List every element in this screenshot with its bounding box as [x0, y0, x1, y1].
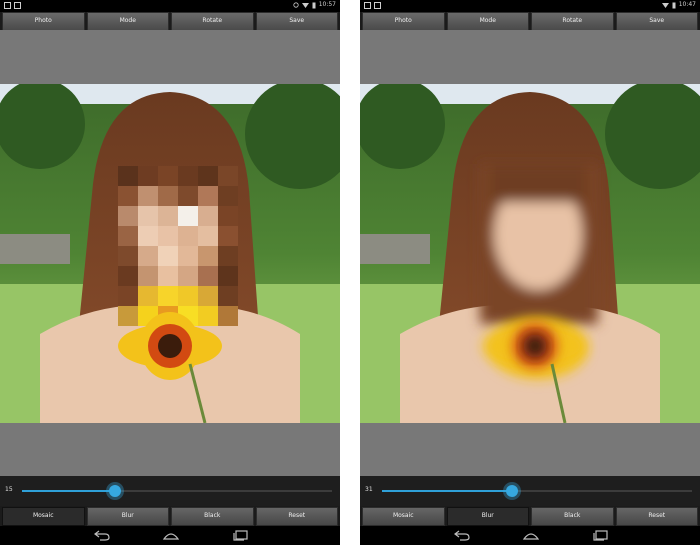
photo-button[interactable]: Photo [362, 12, 445, 31]
slider-value: 15 [5, 486, 13, 493]
mode-button[interactable]: Mode [86, 12, 169, 31]
system-nav-bar [0, 526, 340, 545]
canvas-padding-bottom [360, 423, 700, 476]
mode-bar: Mosaic Blur Black Reset [360, 506, 700, 526]
reset-button[interactable]: Reset [255, 507, 338, 526]
notification-icon [364, 2, 371, 9]
photo-canvas[interactable] [360, 84, 700, 423]
rotate-button[interactable]: Rotate [531, 12, 614, 31]
phone-screen-blur: 10:47 Photo Mode Rotate Save 31 Mosaic B… [360, 0, 700, 545]
black-button[interactable]: Black [171, 507, 254, 526]
recent-apps-icon[interactable] [232, 529, 250, 541]
notification-icon [4, 2, 11, 9]
save-button[interactable]: Save [615, 12, 698, 31]
slider-fill [22, 490, 115, 492]
strength-slider[interactable] [382, 485, 692, 497]
slider-value: 31 [365, 486, 373, 493]
strength-slider-row: 15 [0, 476, 340, 506]
canvas-padding-top [0, 30, 340, 84]
notification-icon [14, 2, 21, 9]
black-button[interactable]: Black [531, 507, 614, 526]
canvas-padding-top [360, 30, 700, 84]
reset-button[interactable]: Reset [615, 507, 698, 526]
status-bar: 10:57 [0, 0, 340, 10]
system-nav-bar [360, 526, 700, 545]
mosaic-button[interactable]: Mosaic [362, 507, 445, 526]
alarm-icon [293, 2, 299, 8]
mode-button[interactable]: Mode [446, 12, 529, 31]
mosaic-face [118, 166, 238, 326]
status-time: 10:57 [318, 1, 336, 8]
blur-button[interactable]: Blur [446, 507, 529, 526]
recent-apps-icon[interactable] [592, 529, 610, 541]
status-time: 10:47 [678, 1, 696, 8]
top-toolbar: Photo Mode Rotate Save [0, 12, 340, 31]
back-icon[interactable] [453, 529, 471, 541]
blur-button[interactable]: Blur [86, 507, 169, 526]
battery-icon [312, 2, 316, 8]
slider-thumb[interactable] [506, 485, 519, 497]
wifi-icon [301, 3, 309, 8]
slider-fill [382, 490, 513, 492]
slider-thumb[interactable] [109, 485, 121, 497]
save-button[interactable]: Save [255, 12, 338, 31]
notification-icon [374, 2, 381, 9]
mode-bar: Mosaic Blur Black Reset [0, 506, 340, 526]
home-icon[interactable] [162, 529, 180, 541]
photo-canvas[interactable] [0, 84, 340, 423]
top-toolbar: Photo Mode Rotate Save [360, 12, 700, 31]
mosaic-button[interactable]: Mosaic [2, 507, 85, 526]
edited-photo [360, 84, 700, 423]
status-bar: 10:47 [360, 0, 700, 10]
strength-slider-row: 31 [360, 476, 700, 506]
home-icon[interactable] [522, 529, 540, 541]
photo-button[interactable]: Photo [2, 12, 85, 31]
wifi-icon [661, 3, 669, 8]
battery-icon [672, 2, 676, 8]
back-icon[interactable] [93, 529, 111, 541]
phone-screen-mosaic: 10:57 Photo Mode Rotate Save 15 Mosaic B… [0, 0, 340, 545]
strength-slider[interactable] [22, 485, 332, 497]
edited-photo [0, 84, 340, 423]
rotate-button[interactable]: Rotate [171, 12, 254, 31]
canvas-padding-bottom [0, 423, 340, 476]
